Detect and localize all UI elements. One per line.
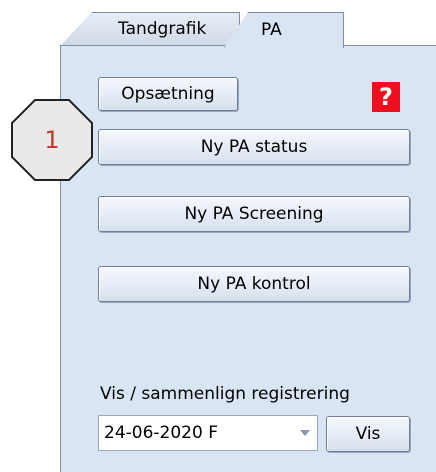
new-pa-status-button[interactable]: Ny PA status xyxy=(98,129,410,165)
new-pa-screening-button[interactable]: Ny PA Screening xyxy=(98,196,410,232)
new-pa-control-button[interactable]: Ny PA kontrol xyxy=(98,266,410,302)
tab-pa[interactable]: PA xyxy=(224,12,344,48)
tab-pa-label[interactable]: PA xyxy=(261,20,282,40)
callout-number: 1 xyxy=(44,126,60,154)
tab-strip: Tandgrafik PA xyxy=(60,12,436,48)
registration-select-value: 24-06-2020 F xyxy=(104,423,218,443)
registration-select[interactable]: 24-06-2020 F xyxy=(98,415,318,451)
chevron-down-icon[interactable] xyxy=(294,417,316,449)
help-icon[interactable]: ? xyxy=(372,82,400,112)
setup-button[interactable]: Opsætning xyxy=(98,77,238,111)
registration-label: Vis / sammenlign registrering xyxy=(100,384,350,404)
tab-tandgrafik-label[interactable]: Tandgrafik xyxy=(118,19,206,39)
show-button[interactable]: Vis xyxy=(326,416,410,452)
